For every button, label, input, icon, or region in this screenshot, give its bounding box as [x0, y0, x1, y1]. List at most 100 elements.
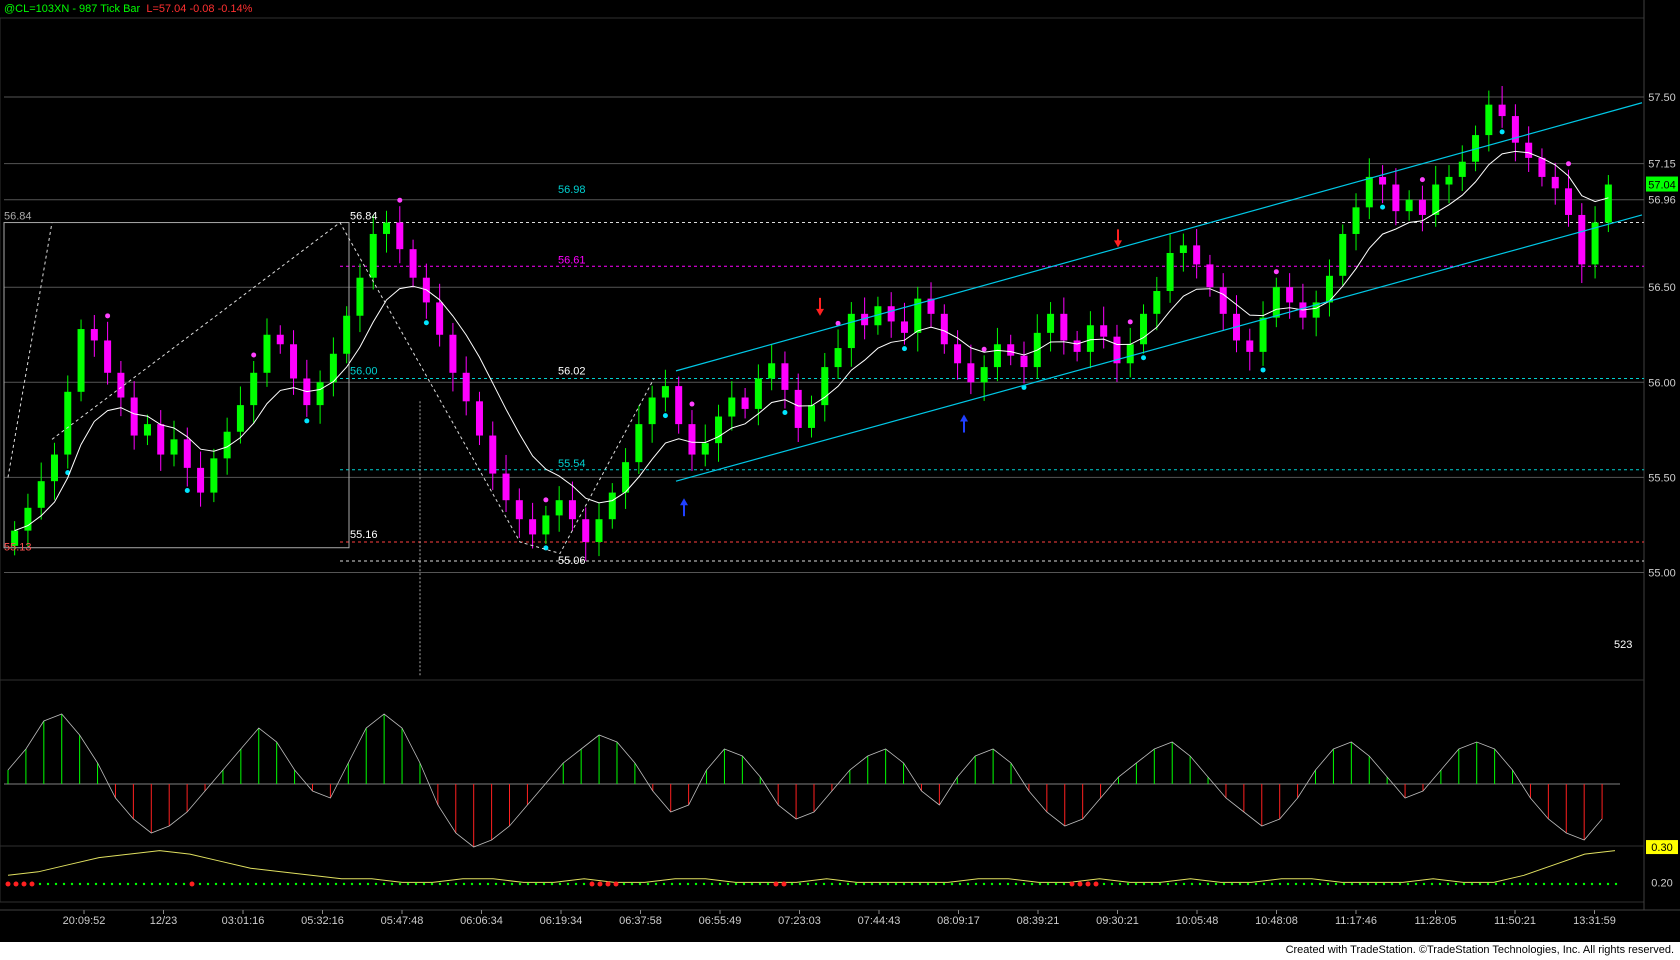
candle-up [834, 348, 842, 368]
signal-dot [310, 882, 314, 886]
time-tick-label: 09:30:21 [1096, 915, 1139, 927]
signal-dot [486, 882, 490, 886]
signal-dot [918, 882, 922, 886]
candle-up [555, 500, 563, 516]
time-tick-label: 08:09:17 [937, 915, 980, 927]
candle-up [1365, 176, 1373, 208]
signal-dot [1430, 882, 1434, 886]
time-tick-label: 06:19:34 [540, 915, 583, 927]
signal-dot [1358, 882, 1362, 886]
signal-dot [886, 882, 890, 886]
candle-down [1193, 245, 1201, 265]
signal-dot [638, 882, 642, 886]
swing-high-dot [1127, 319, 1133, 325]
signal-dot [998, 882, 1002, 886]
signal-dot [13, 881, 19, 887]
signal-dot [1582, 882, 1586, 886]
signal-dot [334, 882, 338, 886]
signal-dot [982, 882, 986, 886]
signal-dot [1462, 882, 1466, 886]
signal-dot [710, 882, 714, 886]
signal-dot [1134, 882, 1138, 886]
price-annotation: 56.00 [350, 365, 378, 377]
signal-arrows [680, 229, 1122, 517]
signal-dot [1374, 882, 1378, 886]
time-tick-label: 06:55:49 [699, 915, 742, 927]
candle-down [104, 340, 112, 373]
signal-dot [366, 882, 370, 886]
candle-down [688, 424, 696, 455]
signal-dot [1278, 882, 1282, 886]
signal-dot [1502, 882, 1506, 886]
candle-up [821, 367, 829, 406]
swing-low-dot [1380, 204, 1386, 210]
signal-dot [1054, 882, 1058, 886]
signal-dot [597, 881, 603, 887]
signal-dot [1166, 882, 1170, 886]
signal-dot [902, 882, 906, 886]
signal-dot [742, 882, 746, 886]
signal-dot [702, 882, 706, 886]
price-annotation: 55.54 [558, 458, 586, 470]
signal-dot [566, 882, 570, 886]
candle-down [1379, 176, 1387, 185]
candle-down [290, 344, 298, 379]
candle-down [1246, 340, 1254, 352]
candle-up [1604, 184, 1612, 223]
swing-low-dot [1141, 355, 1147, 361]
signal-dot [54, 882, 58, 886]
swing-low-dot [304, 418, 310, 424]
signal-dot [1614, 882, 1618, 886]
signal-dot [622, 882, 626, 886]
swing-high-dot [397, 197, 403, 203]
candle-up [635, 424, 643, 463]
candle-up [542, 515, 550, 535]
candle-down [449, 334, 457, 373]
signal-dot [1486, 882, 1490, 886]
signal-dot [1230, 882, 1234, 886]
signal-dot [94, 882, 98, 886]
signal-dot [78, 882, 82, 886]
plot-frame [0, 17, 1645, 903]
signal-dot [1478, 882, 1482, 886]
signal-dot [589, 881, 595, 887]
signal-dot [29, 881, 35, 887]
candle-down [183, 439, 191, 468]
candle-up [847, 313, 855, 349]
signal-dot [798, 882, 802, 886]
candle-up [622, 462, 630, 493]
candle-up [1126, 344, 1134, 364]
candle-up [170, 439, 178, 455]
candle-down [1020, 355, 1028, 368]
signal-dot [574, 882, 578, 886]
signal-dot [494, 882, 498, 886]
candle-up [1047, 313, 1055, 333]
candle-down [117, 372, 125, 398]
signal-dot [766, 882, 770, 886]
signal-dot [862, 882, 866, 886]
histogram-outline [7, 713, 1603, 848]
swing-low-dot [184, 488, 190, 494]
time-tick-label: 11:28:05 [1414, 915, 1456, 927]
signal-dot [5, 881, 11, 887]
swing-high-dot [543, 497, 549, 503]
signal-dot [790, 882, 794, 886]
signal-dot [750, 882, 754, 886]
candle-up [1272, 287, 1280, 318]
candle-up [383, 222, 391, 234]
signal-dot [406, 882, 410, 886]
signal-dot [678, 882, 682, 886]
price-chart[interactable]: 57.50 57.15 57.04 56.96 56.50 56.00 55.50 55.00… [0, 0, 1680, 942]
candle-up [715, 416, 723, 444]
signal-dot [686, 882, 690, 886]
candle-down [1551, 176, 1559, 189]
signal-dot [990, 882, 994, 886]
signal-dot [38, 882, 42, 886]
signal-dot [398, 882, 402, 886]
signal-dot [1085, 881, 1091, 887]
sell-arrow-head [1114, 240, 1122, 248]
signal-dot [822, 882, 826, 886]
level-lines [340, 222, 1644, 562]
price-tick-label: 57.15 [1648, 159, 1676, 171]
time-tick-label: 08:39:21 [1017, 915, 1060, 927]
